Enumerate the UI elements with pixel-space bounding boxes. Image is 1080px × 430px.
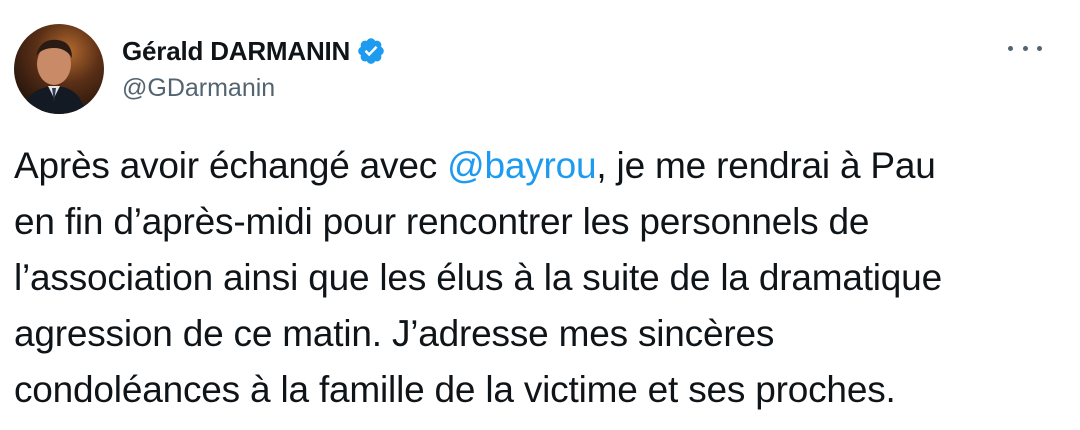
tweet-line-2: en fin d’après-midi pour rencontrer les … [14, 201, 870, 242]
more-dot [1008, 45, 1013, 51]
tweet-text-segment: , je me rendrai à Pau [596, 145, 936, 186]
profile-photo-icon [14, 24, 104, 114]
tweet-card: Gérald DARMANIN @GDarmanin Après avoir é… [0, 0, 1080, 430]
tweet-text: Après avoir échangé avec @bayrou, je me … [14, 138, 1054, 418]
tweet-line-5: condoléances à la famille de la victime … [14, 369, 896, 410]
more-dot [1037, 45, 1042, 51]
tweet-line-3: l’association ainsi que les élus à la su… [14, 257, 942, 298]
author-handle[interactable]: @GDarmanin [122, 74, 275, 103]
author-display-name[interactable]: Gérald DARMANIN [122, 36, 350, 67]
verified-badge-icon [358, 38, 384, 64]
author-name-row[interactable]: Gérald DARMANIN [122, 34, 386, 68]
more-options-icon[interactable] [1008, 36, 1042, 60]
tweet-line-1: Après avoir échangé avec @bayrou, je me … [14, 138, 1054, 194]
tweet-text-segment: Après avoir échangé avec [14, 145, 448, 186]
more-dot [1022, 45, 1028, 51]
mention-link[interactable]: @bayrou [447, 145, 596, 186]
avatar[interactable] [14, 24, 104, 114]
tweet-line-4: agression de ce matin. J’adresse mes sin… [14, 313, 775, 354]
